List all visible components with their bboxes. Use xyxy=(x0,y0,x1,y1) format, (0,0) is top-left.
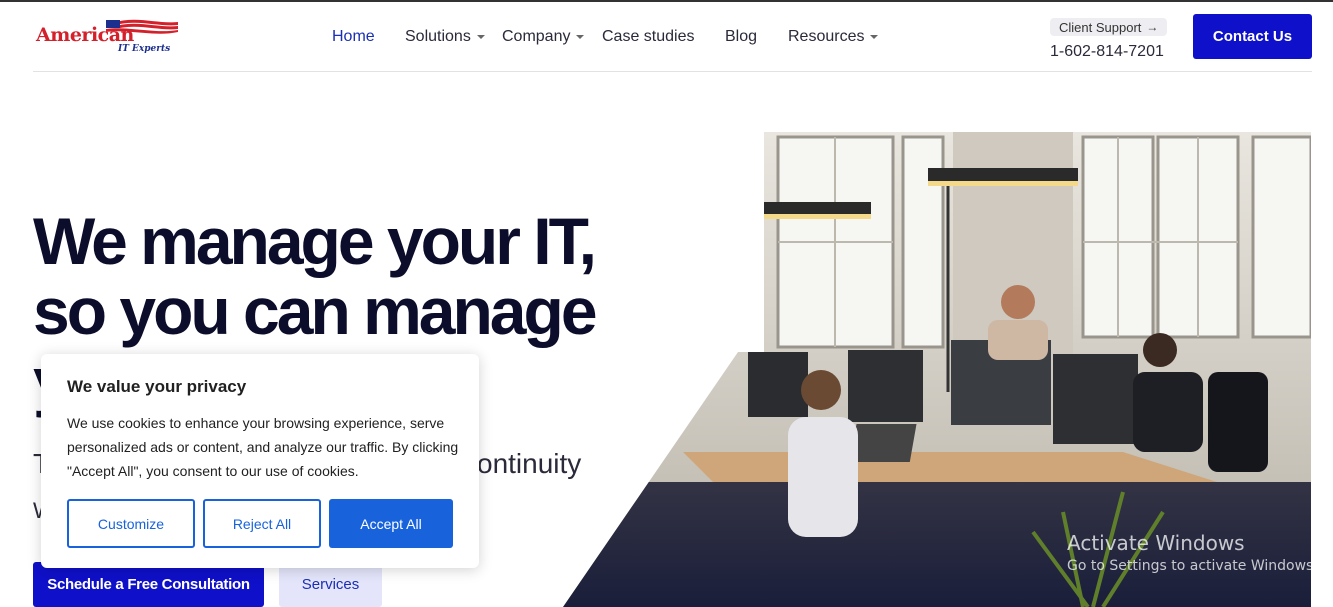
nav-item-label: Case studies xyxy=(602,28,695,45)
nav-item-label: Blog xyxy=(725,28,758,45)
client-support-label: Client Support xyxy=(1059,19,1142,35)
logo-tagline: IT Experts xyxy=(118,44,171,54)
nav-item-blog[interactable]: Blog xyxy=(725,28,788,46)
nav-item-label: Solutions xyxy=(405,28,471,45)
phone-number[interactable]: 1-602-814-7201 xyxy=(1050,43,1164,61)
nav-item-label: Resources xyxy=(788,28,865,45)
windows-activation-watermark: Activate Windows Go to Settings to activ… xyxy=(1067,531,1318,574)
logo[interactable]: American IT Experts xyxy=(36,18,186,58)
cookie-description: We use cookies to enhance your browsing … xyxy=(67,415,459,479)
customize-button[interactable]: Customize xyxy=(67,499,195,548)
client-support-link[interactable]: Client Support → xyxy=(1050,18,1168,37)
logo-wordmark: American xyxy=(36,24,134,46)
nav-item-resources[interactable]: Resources xyxy=(788,28,879,46)
nav-item-label: Company xyxy=(502,28,571,45)
nav-item-company[interactable]: Company xyxy=(502,28,602,46)
nav-item-label: Home xyxy=(332,28,375,45)
reject-all-button[interactable]: Reject All xyxy=(203,499,321,548)
site-header: American IT Experts Home Solutions Compa… xyxy=(33,2,1312,72)
watermark-title: Activate Windows xyxy=(1067,531,1245,555)
client-support-badge[interactable]: Client Support → xyxy=(1050,18,1168,36)
accept-all-button[interactable]: Accept All xyxy=(329,499,453,548)
caret-down-icon xyxy=(576,35,585,39)
main-nav: Home Solutions Company Case studies Blog… xyxy=(332,26,879,48)
caret-down-icon xyxy=(476,35,485,39)
nav-item-home[interactable]: Home xyxy=(332,28,405,46)
nav-item-solutions[interactable]: Solutions xyxy=(405,28,502,46)
contact-us-button[interactable]: Contact Us xyxy=(1193,14,1312,59)
schedule-consultation-button[interactable]: Schedule a Free Consultation xyxy=(33,562,264,607)
services-button[interactable]: Services xyxy=(279,562,382,607)
arrow-right-icon: → xyxy=(1146,20,1159,34)
caret-down-icon xyxy=(870,35,879,39)
nav-item-case-studies[interactable]: Case studies xyxy=(602,28,725,46)
cookie-title: We value your privacy xyxy=(67,377,247,396)
cookie-consent-dialog: We value your privacy We use cookies to … xyxy=(41,354,479,568)
watermark-subtitle: Go to Settings to activate Windows. xyxy=(1067,558,1318,574)
